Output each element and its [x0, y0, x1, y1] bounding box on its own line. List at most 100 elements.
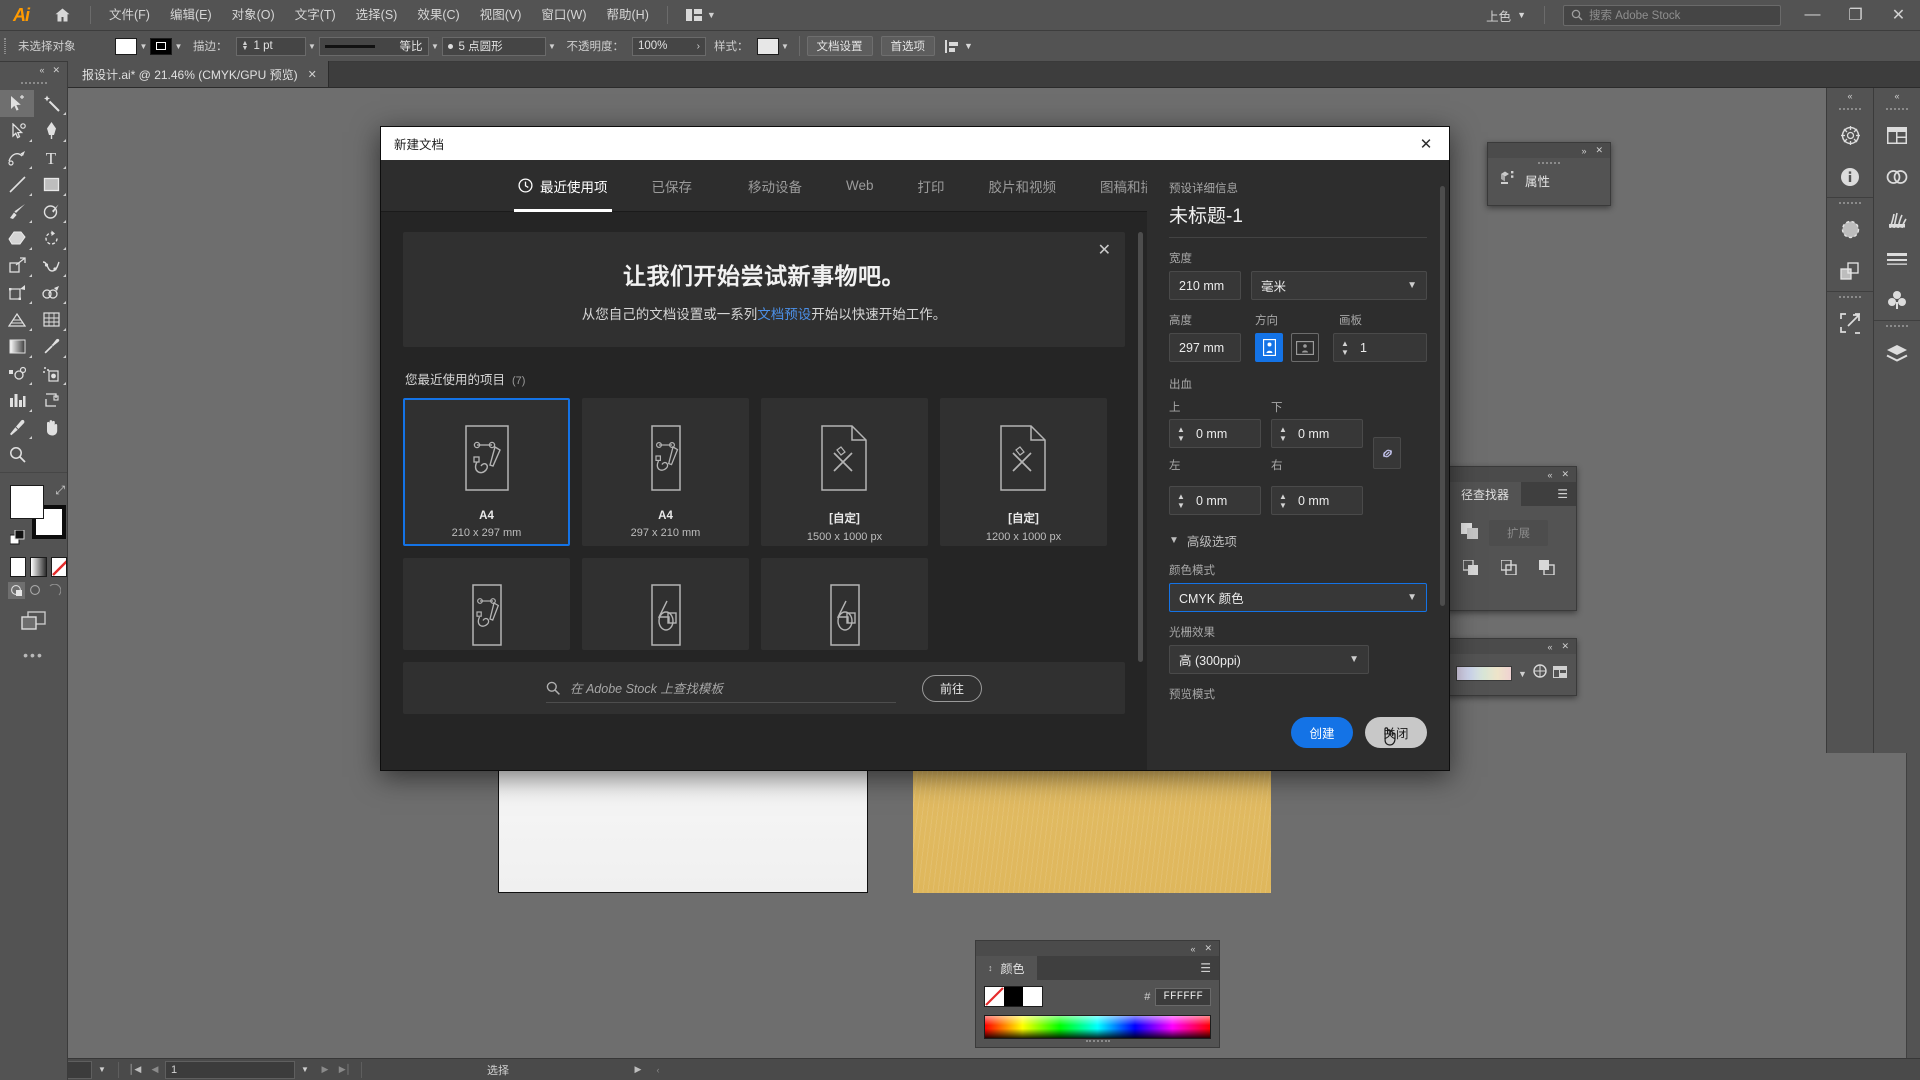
swatch-strip[interactable]: [1456, 666, 1512, 681]
mesh-tool[interactable]: [34, 306, 68, 333]
dialog-content-scroll[interactable]: ✕ 让我们开始尝试新事物吧。 从您自己的文档设置或一系列文档预设开始以快速开始工…: [381, 212, 1147, 770]
close-icon[interactable]: ✕: [308, 68, 317, 81]
libraries-icon[interactable]: [1874, 156, 1920, 197]
go-button[interactable]: 前往: [922, 674, 982, 702]
dialog-scrollbar[interactable]: [1138, 232, 1143, 662]
bleed-right-input[interactable]: ▲ ▼ 0 mm: [1271, 486, 1363, 515]
graphic-style-swatch[interactable]: [756, 37, 779, 55]
preset-tile[interactable]: [自定] 1500 x 1000 px: [761, 398, 928, 546]
swap-fill-stroke-icon[interactable]: ⤢: [55, 483, 65, 498]
style-chevron-icon[interactable]: ▼: [779, 38, 792, 55]
none-mode[interactable]: [50, 557, 67, 577]
rectangle-tool[interactable]: [34, 171, 68, 198]
hand-tool[interactable]: [34, 414, 68, 441]
expand-icon[interactable]: »: [1581, 146, 1586, 156]
orientation-portrait-icon[interactable]: [1255, 333, 1283, 362]
perspective-grid-tool[interactable]: [0, 306, 34, 333]
stepper-icon[interactable]: ▲ ▼: [1272, 425, 1294, 442]
selection-tool[interactable]: [0, 90, 34, 117]
menu-select[interactable]: 选择(S): [346, 0, 408, 31]
bleed-left-input[interactable]: ▲ ▼ 0 mm: [1169, 486, 1261, 515]
pen-tool[interactable]: [34, 117, 68, 144]
stroke-icon[interactable]: [1874, 238, 1920, 279]
close-icon[interactable]: ✕: [1409, 127, 1443, 160]
more-tools-icon[interactable]: •••: [0, 631, 67, 663]
curvature-tool[interactable]: [0, 144, 34, 171]
preset-tile[interactable]: [自定] 1200 x 1000 px: [940, 398, 1107, 546]
maximize-button[interactable]: ❐: [1834, 0, 1877, 31]
fill-color-well[interactable]: [10, 485, 44, 519]
layers-icon[interactable]: [1874, 332, 1920, 373]
unite-icon[interactable]: [1461, 522, 1479, 544]
libraries-swatch-icon[interactable]: [1552, 665, 1567, 683]
orientation-landscape-icon[interactable]: [1291, 333, 1319, 362]
color-panel-tab[interactable]: ↕ 颜色: [976, 956, 1037, 980]
menu-window[interactable]: 窗口(W): [531, 0, 596, 31]
stroke-chevron-icon[interactable]: ▼: [172, 38, 185, 55]
align-icon[interactable]: [1827, 250, 1873, 291]
control-bar-grip[interactable]: [0, 35, 10, 57]
color-panel-resize-grip[interactable]: [976, 1035, 1219, 1047]
dock-grip-a2[interactable]: [1827, 198, 1873, 209]
magic-wand-tool[interactable]: [34, 90, 68, 117]
width-input[interactable]: 210 mm: [1169, 271, 1241, 300]
search-input[interactable]: 搜索 Adobe Stock: [1563, 4, 1781, 26]
raster-effects-dropdown[interactable]: 高 (300ppi) ▼: [1169, 645, 1369, 674]
trim-icon[interactable]: [1500, 559, 1517, 580]
screen-mode-icon[interactable]: [0, 599, 67, 631]
home-icon[interactable]: [42, 0, 82, 31]
link-bleed-icon[interactable]: [1373, 437, 1401, 469]
create-button[interactable]: 创建: [1291, 717, 1353, 748]
gradient-tool[interactable]: [0, 333, 34, 360]
shape-builder-tool[interactable]: [34, 279, 68, 306]
prev-page-icon[interactable]: ◀: [145, 1064, 165, 1075]
transparency-icon[interactable]: [1827, 209, 1873, 250]
slice-tool[interactable]: [0, 414, 34, 441]
close-icon[interactable]: ✕: [1561, 641, 1569, 652]
collapse-icon[interactable]: «: [1547, 642, 1552, 652]
shaper-tool[interactable]: [34, 198, 68, 225]
preferences-button[interactable]: 首选项: [880, 36, 935, 56]
artboards-input[interactable]: ▲ ▼ 1: [1333, 333, 1427, 362]
close-button[interactable]: 关闭: [1365, 717, 1427, 748]
fill-swatch[interactable]: [1023, 987, 1042, 1006]
menu-help[interactable]: 帮助(H): [597, 0, 659, 31]
stroke-color-swatch[interactable]: [150, 37, 172, 55]
tab-web[interactable]: Web: [824, 160, 896, 212]
chevron-left-icon[interactable]: ‹: [648, 1065, 668, 1075]
dock-grip-b2[interactable]: [1874, 321, 1920, 332]
close-icon[interactable]: ✕: [1098, 240, 1111, 260]
pathfinder-tab[interactable]: 径查找器: [1449, 482, 1522, 506]
symbols-icon[interactable]: [1874, 279, 1920, 320]
line-segment-tool[interactable]: [0, 171, 34, 198]
preset-details-scrollbar[interactable]: [1440, 186, 1445, 606]
close-icon[interactable]: ✕: [1595, 145, 1603, 156]
stepper-icon[interactable]: ▲ ▼: [1170, 492, 1192, 509]
free-transform-tool[interactable]: [0, 279, 34, 306]
dock-grip-a3[interactable]: [1827, 292, 1873, 303]
scale-tool[interactable]: [0, 252, 34, 279]
stroke-weight-input[interactable]: ▲ ▼ 1 pt: [235, 36, 306, 56]
tab-print[interactable]: 打印: [896, 160, 967, 212]
brush-chevron-icon[interactable]: ▼: [546, 38, 559, 55]
column-graph-tool[interactable]: [0, 387, 34, 414]
preset-tile[interactable]: [761, 558, 928, 650]
bleed-bottom-input[interactable]: ▲ ▼ 0 mm: [1271, 419, 1363, 448]
stepper-icon[interactable]: ▲ ▼: [242, 40, 251, 52]
divide-icon[interactable]: [1462, 559, 1479, 580]
preset-tile[interactable]: [403, 558, 570, 650]
fill-chevron-icon[interactable]: ▼: [137, 38, 150, 55]
close-icon[interactable]: ✕: [1561, 469, 1569, 480]
dock-grip-a[interactable]: [1827, 104, 1873, 115]
collapse-arrows-icon[interactable]: ↕: [988, 963, 993, 973]
tab-saved[interactable]: 已保存: [630, 160, 715, 212]
height-input[interactable]: 297 mm: [1169, 333, 1241, 362]
stepper-icon[interactable]: ▲ ▼: [1170, 425, 1192, 442]
document-setup-button[interactable]: 文档设置: [806, 36, 873, 56]
align-icon[interactable]: ▼: [945, 39, 973, 53]
properties-panel-grip[interactable]: [1488, 158, 1610, 168]
export-icon[interactable]: [1827, 303, 1873, 344]
document-tab[interactable]: 报设计.ai* @ 21.46% (CMYK/GPU 预览) ✕: [68, 61, 329, 87]
menu-object[interactable]: 对象(O): [222, 0, 285, 31]
unit-dropdown[interactable]: 毫米 ▼: [1251, 271, 1427, 300]
